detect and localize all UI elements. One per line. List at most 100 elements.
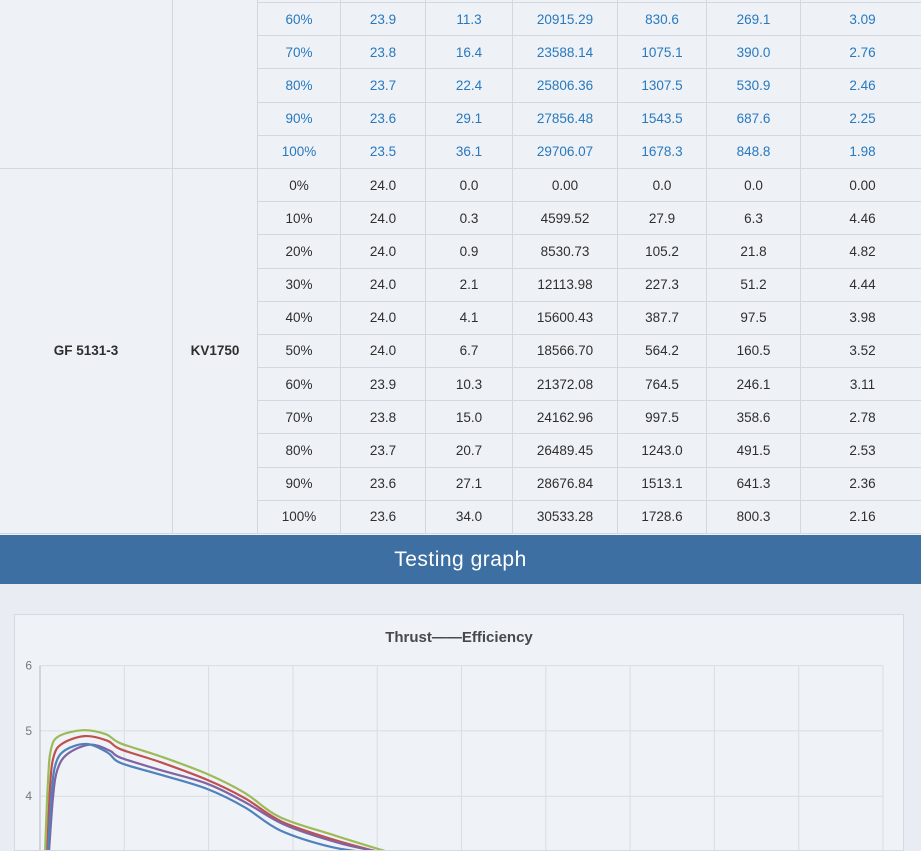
table-cell: 8530.73 [513,235,618,268]
table-cell: 764.5 [618,368,707,401]
table-cell: 2.76 [801,36,921,69]
table-cell: 20% [258,235,341,268]
series-purple [49,745,385,850]
table-cell: 387.7 [618,301,707,334]
table-cell: 1.98 [801,135,921,168]
table-cell: 100% [258,135,341,168]
page: 60%23.911.320915.29830.6269.13.0970%23.8… [0,0,921,851]
table-cell: 16.4 [426,36,513,69]
table-cell: 24162.96 [513,401,618,434]
table-cell: 830.6 [618,3,707,36]
table-cell: 27.9 [618,202,707,235]
table-cell: 12113.98 [513,268,618,301]
chart-title: Thrust——Efficiency [15,629,903,646]
table-cell: 3.11 [801,368,921,401]
table-cell: 25806.36 [513,69,618,102]
test-data-table-area: 60%23.911.320915.29830.6269.13.0970%23.8… [0,0,921,535]
table-cell: 2.53 [801,434,921,467]
table-cell: 687.6 [707,102,801,135]
table-cell: 24.0 [341,168,426,201]
table-cell: 2.78 [801,401,921,434]
table-cell: 51.2 [707,268,801,301]
table-cell: 848.8 [707,135,801,168]
table-cell: 3.09 [801,3,921,36]
table-cell: 23.7 [341,69,426,102]
motor-label-cell: KV1750 [173,168,258,533]
table-cell: 29706.07 [513,135,618,168]
table-cell: 70% [258,401,341,434]
table-cell: 20.7 [426,434,513,467]
table-cell: 10.3 [426,368,513,401]
table-cell: 641.3 [707,467,801,500]
table-cell: 24.0 [341,235,426,268]
table-cell: 27856.48 [513,102,618,135]
table-cell: 97.5 [707,301,801,334]
table-cell: 28676.84 [513,467,618,500]
table-cell: 23.6 [341,500,426,533]
table-cell: 3.52 [801,334,921,367]
table-cell: 6.3 [707,202,801,235]
table-cell: 30533.28 [513,500,618,533]
table-cell: 60% [258,3,341,36]
table-cell: 36.1 [426,135,513,168]
table-cell: 227.3 [618,268,707,301]
motor-label-cell [0,0,173,168]
table-cell: 1075.1 [618,36,707,69]
table-cell: 90% [258,102,341,135]
table-row: GF 5131-3KV17500%24.00.00.000.00.00.00 [0,168,921,201]
table-cell: 800.3 [707,500,801,533]
table-cell: 2.36 [801,467,921,500]
table-body: 60%23.911.320915.29830.6269.13.0970%23.8… [0,0,921,534]
table-cell: 0.0 [426,168,513,201]
table-cell: 160.5 [707,334,801,367]
table-cell: 21372.08 [513,368,618,401]
table-cell: 4.82 [801,235,921,268]
table-cell: 1678.3 [618,135,707,168]
table-cell: 246.1 [707,368,801,401]
motor-label-cell: GF 5131-3 [0,168,173,533]
table-cell: 269.1 [707,3,801,36]
table-cell: 564.2 [618,334,707,367]
table-cell: 34.0 [426,500,513,533]
table-cell: 23.8 [341,36,426,69]
table-cell: 1728.6 [618,500,707,533]
table-cell: 23.6 [341,102,426,135]
table-cell: 2.25 [801,102,921,135]
table-cell: 23.6 [341,467,426,500]
table-cell: 3.98 [801,301,921,334]
table-cell: 530.9 [707,69,801,102]
table-cell: 6.7 [426,334,513,367]
table-cell: 18566.70 [513,334,618,367]
chart-panel: 654 Thrust——Efficiency [14,614,904,851]
table-cell: 60% [258,368,341,401]
table-cell: 90% [258,467,341,500]
table-cell: 80% [258,434,341,467]
table-cell: 100% [258,500,341,533]
table-cell: 24.0 [341,202,426,235]
table-cell: 23.7 [341,434,426,467]
table-cell: 1243.0 [618,434,707,467]
table-cell: 23.9 [341,3,426,36]
table-cell: 390.0 [707,36,801,69]
table-cell: 70% [258,36,341,69]
table-cell: 1543.5 [618,102,707,135]
y-axis-tick-label: 6 [25,659,32,673]
table-cell: 15600.43 [513,301,618,334]
table-cell: 2.16 [801,500,921,533]
table-cell: 23588.14 [513,36,618,69]
thrust-efficiency-chart: 654 [15,615,903,850]
table-cell: 0.0 [618,168,707,201]
table-cell: 24.0 [341,268,426,301]
table-cell: 23.8 [341,401,426,434]
table-cell: 30% [258,268,341,301]
table-cell: 50% [258,334,341,367]
table-cell: 4599.52 [513,202,618,235]
table-cell: 4.44 [801,268,921,301]
table-cell: 1307.5 [618,69,707,102]
table-cell: 0.00 [513,168,618,201]
table-cell: 1513.1 [618,467,707,500]
table-cell: 4.1 [426,301,513,334]
table-cell: 105.2 [618,235,707,268]
table-cell: 0.00 [801,168,921,201]
table-cell: 23.9 [341,368,426,401]
